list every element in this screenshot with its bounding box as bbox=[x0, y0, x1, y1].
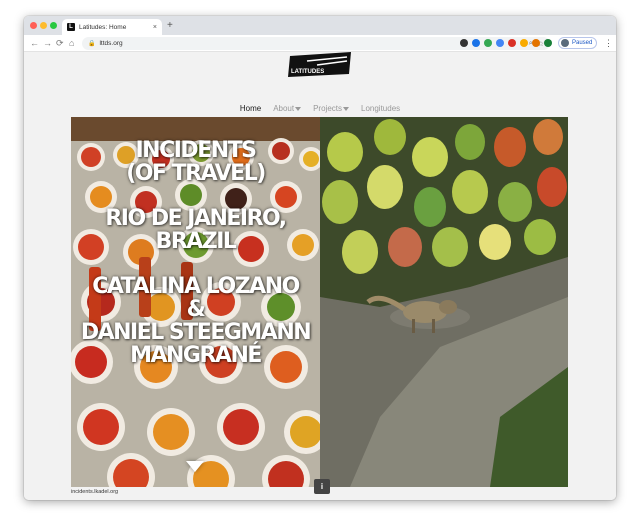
browser-menu-icon[interactable]: ⋮ bbox=[604, 37, 613, 49]
hero-line: (OF TRAVEL) bbox=[126, 161, 266, 186]
extension-icon-4[interactable] bbox=[496, 39, 504, 47]
nav-projects-label: Projects bbox=[313, 104, 342, 113]
profile-status: Paused bbox=[572, 40, 593, 46]
reload-button[interactable]: ⟳ bbox=[56, 37, 64, 49]
maximize-window-button[interactable] bbox=[50, 22, 57, 29]
browser-window: L Latitudes: Home × + ← → ⟳ ⌂ 🔒 lttds.or… bbox=[24, 16, 616, 500]
info-icon[interactable]: i bbox=[314, 479, 330, 494]
coati-wall-image bbox=[320, 117, 568, 487]
scroll-down-arrow-icon[interactable] bbox=[186, 461, 204, 472]
profile-button[interactable]: Paused bbox=[558, 37, 598, 49]
hero-line: & bbox=[186, 297, 206, 322]
page-content: LATITUDES Home About Projects Longitudes bbox=[24, 52, 616, 500]
extension-icon-6[interactable] bbox=[520, 39, 528, 47]
hero-title: INCIDENTS (OF TRAVEL) RIO DE JANEIRO, BR… bbox=[71, 139, 320, 367]
nav-projects[interactable]: Projects bbox=[313, 104, 349, 113]
market-pepper-photo: INCIDENTS (OF TRAVEL) RIO DE JANEIRO, BR… bbox=[71, 117, 320, 487]
latitudes-favicon-icon: L bbox=[67, 23, 75, 31]
nav-home[interactable]: Home bbox=[240, 104, 261, 113]
nav-home-label: Home bbox=[239, 104, 262, 113]
extension-icon-7[interactable] bbox=[532, 39, 540, 47]
extension-icon-2[interactable] bbox=[472, 39, 480, 47]
coati-photo bbox=[320, 117, 568, 487]
tab-strip: L Latitudes: Home × + bbox=[24, 16, 616, 35]
extension-icon-5[interactable] bbox=[508, 39, 516, 47]
logo-text: LATITUDES bbox=[291, 69, 324, 75]
extension-icon-8[interactable] bbox=[544, 39, 552, 47]
caret-down-icon bbox=[343, 106, 349, 111]
caret-down-icon bbox=[295, 106, 302, 111]
nav-longitudes[interactable]: Longitudes bbox=[361, 104, 400, 113]
hero-line: CATALINA LOZANO bbox=[92, 274, 300, 299]
minimize-window-button[interactable] bbox=[40, 22, 47, 29]
hero-banner[interactable]: INCIDENTS (OF TRAVEL) RIO DE JANEIRO, BR… bbox=[71, 117, 568, 487]
lock-icon: 🔒 bbox=[88, 41, 96, 47]
browser-toolbar: ← → ⟳ ⌂ 🔒 lttds.org ⌕ ☆ Paused ⋮ bbox=[24, 35, 616, 52]
hero-line: BRAZIL bbox=[155, 229, 237, 254]
avatar bbox=[561, 39, 569, 47]
new-tab-button[interactable]: + bbox=[167, 19, 173, 33]
extension-icon-1[interactable] bbox=[460, 39, 468, 47]
nav-longitudes-label: Longitudes bbox=[361, 104, 401, 113]
nav-about[interactable]: About bbox=[273, 104, 302, 113]
hero-line: INCIDENTS bbox=[135, 138, 257, 163]
forward-button[interactable]: → bbox=[43, 37, 52, 49]
main-nav: Home About Projects Longitudes bbox=[24, 104, 616, 113]
extension-icon-3[interactable] bbox=[484, 39, 492, 47]
tab-title: Latitudes: Home bbox=[79, 23, 127, 31]
footer-url[interactable]: incidents.lkadel.org bbox=[71, 489, 118, 495]
latitudes-logo[interactable]: LATITUDES bbox=[287, 52, 353, 78]
hero-line: MANGRANÉ bbox=[130, 343, 262, 368]
close-window-button[interactable] bbox=[30, 22, 37, 29]
back-button[interactable]: ← bbox=[30, 37, 39, 49]
hero-line: RIO DE JANEIRO, bbox=[105, 206, 287, 231]
nav-about-label: About bbox=[273, 104, 295, 113]
hero-line: DANIEL STEEGMANN bbox=[80, 320, 312, 345]
home-button[interactable]: ⌂ bbox=[69, 37, 74, 49]
tab-latitudes-home[interactable]: L Latitudes: Home × bbox=[62, 19, 162, 35]
close-tab-icon[interactable]: × bbox=[153, 24, 157, 31]
